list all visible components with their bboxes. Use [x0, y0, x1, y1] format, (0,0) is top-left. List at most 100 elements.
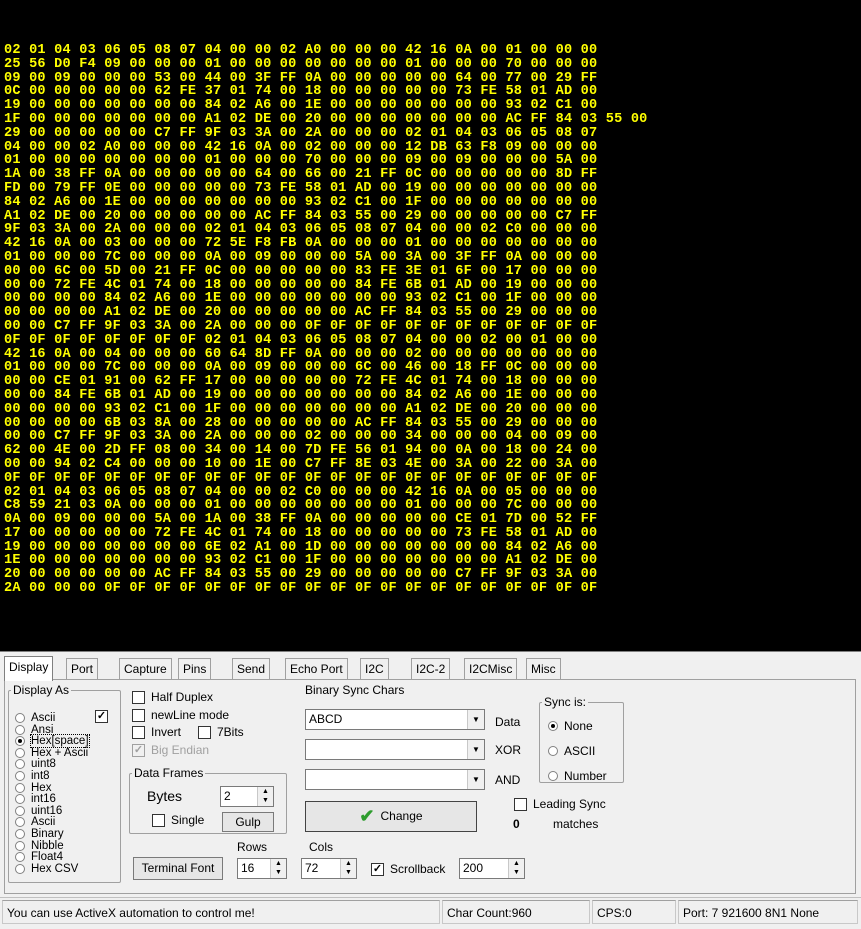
- terminal-line: 0C 00 00 00 00 00 62 FE 37 01 74 00 18 0…: [4, 84, 598, 100]
- change-button[interactable]: ✔ Change: [305, 801, 477, 832]
- terminal-line: 00 00 C7 FF 9F 03 3A 00 2A 00 00 00 02 0…: [4, 429, 598, 445]
- radio-button-icon[interactable]: [548, 746, 558, 756]
- status-bar: You can use ActiveX automation to contro…: [0, 897, 861, 925]
- sync-and-select[interactable]: ▼: [305, 769, 485, 790]
- newline-mode-option[interactable]: newLine mode: [132, 708, 229, 723]
- binary-sync-group: Binary Sync Chars ABCD ▼ Data ▼ XOR ▼ AND…: [300, 683, 540, 843]
- data-frames-group: Data Frames Bytes 2 ▲ ▼ Single Gulp: [129, 766, 287, 834]
- radio-button-icon[interactable]: [15, 747, 25, 758]
- sync-data-select[interactable]: ABCD ▼: [305, 709, 485, 730]
- display-as-radio-label: Hex[space]: [30, 734, 90, 749]
- terminal-font-button[interactable]: Terminal Font: [133, 857, 223, 880]
- radio-button-icon[interactable]: [15, 759, 25, 770]
- display-as-radio-label: Ansi: [31, 723, 54, 736]
- display-as-radio-label: Hex + Ascii: [31, 746, 89, 759]
- gulp-button[interactable]: Gulp: [222, 812, 274, 832]
- radio-button-icon[interactable]: [15, 863, 25, 874]
- sync-is-radio[interactable]: ASCII: [548, 745, 595, 758]
- terminal-line: 0F 0F 0F 0F 0F 0F 0F 0F 0F 0F 0F 0F 0F 0…: [4, 470, 598, 486]
- sync-is-radio[interactable]: None: [548, 719, 593, 733]
- radio-button-icon[interactable]: [15, 852, 25, 863]
- tab-i2c[interactable]: I2C: [360, 658, 389, 680]
- bytes-spinner[interactable]: 2 ▲ ▼: [220, 786, 274, 807]
- terminal-line: 0F 0F 0F 0F 0F 0F 0F 0F 02 01 04 03 06 0…: [4, 332, 598, 348]
- sync-is-radio[interactable]: Number: [548, 769, 607, 783]
- tab-echo-port[interactable]: Echo Port: [285, 658, 348, 680]
- matches-label: matches: [553, 817, 599, 831]
- xor-label: XOR: [495, 743, 522, 757]
- tab-i2cmisc[interactable]: I2CMisc: [464, 658, 518, 680]
- invert-option[interactable]: Invert: [132, 725, 181, 740]
- terminal-line: 09 00 09 00 00 00 53 00 44 00 3F FF 0A 0…: [4, 70, 598, 86]
- terminal-line: 00 00 6C 00 5D 00 21 FF 0C 00 00 00 00 0…: [4, 263, 598, 279]
- tab-send[interactable]: Send: [232, 658, 271, 680]
- status-message: You can use ActiveX automation to contro…: [2, 900, 440, 924]
- leading-sync-option[interactable]: Leading Sync: [514, 797, 606, 812]
- big-endian-option[interactable]: ✓ Big Endian: [132, 743, 209, 758]
- data-label: Data: [495, 715, 521, 729]
- terminal-line: 00 00 72 FE 4C 01 74 00 18 00 00 00 00 0…: [4, 277, 598, 293]
- radio-button-icon[interactable]: [15, 817, 25, 828]
- tab-misc[interactable]: Misc: [526, 658, 561, 680]
- display-as-radio-label: Ascii: [31, 816, 56, 829]
- single-option[interactable]: Single: [152, 813, 204, 828]
- sync-is-radio-label: Number: [564, 769, 607, 783]
- radio-button-icon[interactable]: [548, 771, 558, 781]
- display-as-radio-label: uint8: [31, 758, 56, 771]
- checkmark-icon: ✔: [359, 806, 375, 827]
- radio-button-icon[interactable]: [15, 794, 25, 805]
- radio-button-icon[interactable]: [15, 736, 25, 747]
- terminal-line: 2A 00 00 00 0F 0F 0F 0F 0F 0F 0F 0F 0F 0…: [4, 581, 598, 597]
- display-panel: Display As ✓ Ascii Ansi Hex[space] Hex + As…: [4, 679, 856, 894]
- radio-button-icon[interactable]: [15, 771, 25, 781]
- terminal-line: 00 00 00 00 84 02 A6 00 1E 00 00 00 00 0…: [4, 291, 598, 307]
- scrollback-option[interactable]: ✓ Scrollback: [371, 862, 445, 877]
- scrollback-spinner[interactable]: 200 ▲ ▼: [459, 858, 525, 879]
- chevron-down-icon: ▼: [467, 770, 484, 789]
- half-duplex-option[interactable]: Half Duplex: [132, 690, 213, 705]
- terminal-line: A1 02 DE 00 20 00 00 00 00 00 AC FF 84 0…: [4, 208, 598, 224]
- display-as-radio-label: Binary: [31, 828, 64, 840]
- 7bits-option[interactable]: 7Bits: [198, 725, 244, 740]
- terminal-line: 01 00 00 00 00 00 00 00 01 00 00 00 70 0…: [4, 153, 598, 169]
- display-as-radio-label: uint16: [31, 804, 63, 817]
- spinner-arrows-icon[interactable]: ▲ ▼: [270, 859, 286, 878]
- terminal-display[interactable]: 02 01 04 03 06 05 08 07 04 00 00 02 A0 0…: [0, 0, 861, 652]
- terminal-line: 00 00 94 02 C4 00 00 00 10 00 1E 00 C7 F…: [4, 456, 598, 472]
- spinner-arrows-icon[interactable]: ▲ ▼: [257, 787, 273, 806]
- radio-button-icon[interactable]: [15, 829, 25, 839]
- tab-capture[interactable]: Capture: [119, 658, 172, 680]
- display-as-checkbox[interactable]: ✓: [95, 710, 108, 724]
- radio-button-icon[interactable]: [15, 724, 25, 735]
- chevron-down-icon: ▼: [467, 710, 484, 729]
- radio-button-icon[interactable]: [15, 840, 25, 851]
- terminal-line: 04 00 00 02 A0 00 00 00 42 16 0A 00 02 0…: [4, 139, 598, 155]
- radio-button-icon[interactable]: [15, 805, 25, 816]
- radio-button-icon[interactable]: [15, 713, 25, 723]
- terminal-line: 02 01 04 03 06 05 08 07 04 00 00 02 C0 0…: [4, 484, 598, 500]
- radio-button-icon[interactable]: [548, 721, 558, 731]
- binary-sync-legend: Binary Sync Chars: [305, 683, 405, 697]
- terminal-line: 29 00 00 00 00 00 C7 FF 9F 03 3A 00 2A 0…: [4, 125, 598, 141]
- tab-port[interactable]: Port: [66, 658, 99, 680]
- tab-pins[interactable]: Pins: [178, 658, 212, 680]
- terminal-line: 00 00 C7 FF 9F 03 3A 00 2A 00 00 00 0F 0…: [4, 318, 598, 334]
- display-as-radio[interactable]: Hex CSV: [15, 862, 79, 876]
- tab-i2c-2[interactable]: I2C-2: [411, 658, 451, 680]
- display-as-radio-label: Nibble: [31, 839, 64, 852]
- display-as-radio-label: Hex CSV: [31, 862, 79, 875]
- terminal-line: 00 00 00 00 A1 02 DE 00 20 00 00 00 00 0…: [4, 305, 598, 321]
- spinner-arrows-icon[interactable]: ▲ ▼: [508, 859, 524, 878]
- terminal-line: 00 00 CE 01 91 00 62 FF 17 00 00 00 00 0…: [4, 374, 598, 390]
- radio-button-icon[interactable]: [15, 782, 25, 793]
- terminal-line: 84 02 A6 00 1E 00 00 00 00 00 00 00 93 0…: [4, 194, 598, 210]
- spinner-arrows-icon[interactable]: ▲ ▼: [340, 859, 356, 878]
- display-as-group: Display As ✓ Ascii Ansi Hex[space] Hex + As…: [8, 683, 121, 883]
- rows-spinner[interactable]: 16 ▲ ▼: [237, 858, 287, 879]
- sync-xor-select[interactable]: ▼: [305, 739, 485, 760]
- cols-spinner[interactable]: 72 ▲ ▼: [301, 858, 357, 879]
- terminal-lines: 02 01 04 03 06 05 08 07 04 00 00 02 A0 0…: [4, 44, 648, 596]
- sync-is-radio-label: None: [564, 719, 593, 733]
- tab-display[interactable]: Display: [4, 656, 54, 681]
- terminal-line: FD 00 79 FF 0E 00 00 00 00 00 73 FE 58 0…: [4, 180, 598, 196]
